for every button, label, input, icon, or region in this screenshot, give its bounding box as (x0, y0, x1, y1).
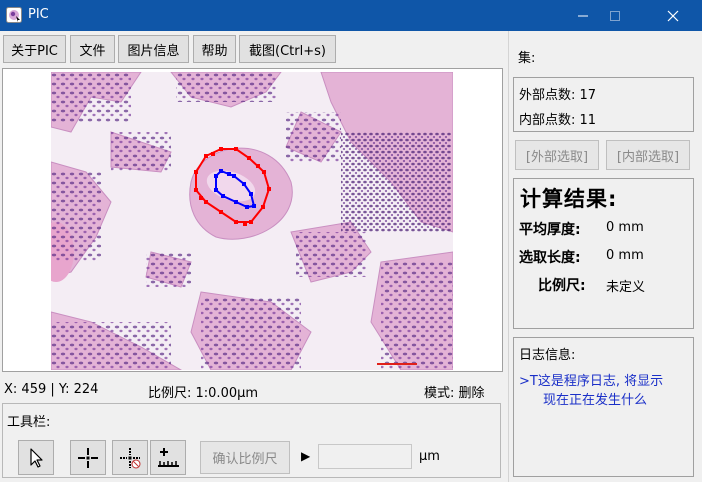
help-button[interactable]: 帮助 (193, 35, 236, 63)
toolbar-label: 工具栏: (7, 415, 51, 430)
close-button[interactable] (650, 0, 696, 31)
log-line-2: 现在正在发生什么 (543, 393, 648, 408)
mode-status: 模式: 删除 (424, 386, 485, 401)
panel-divider (508, 31, 509, 482)
set-label: 集: (518, 51, 536, 66)
image-info-button[interactable]: 图片信息 (118, 35, 189, 63)
result-title: 计算结果: (520, 187, 618, 211)
minimize-icon (578, 15, 588, 16)
microscopy-image[interactable] (51, 72, 453, 370)
screenshot-button[interactable]: 截图(Ctrl+s) (239, 35, 336, 63)
delete-point-tool-button[interactable] (112, 440, 148, 475)
select-length-label: 选取长度: (519, 250, 581, 266)
about-pic-button[interactable]: 关于PIC (3, 35, 66, 63)
inner-point-count: 内部点数: 11 (519, 113, 597, 128)
add-point-tool-button[interactable] (70, 440, 106, 475)
toolbar-group: 工具栏: 确认比例尺 ▶ μm (2, 403, 501, 478)
ruler-scale-icon (158, 447, 179, 467)
select-tool-button[interactable] (18, 440, 54, 475)
pic-app-icon (6, 7, 22, 23)
log-line-1: >T这是程序日志, 将显示 (519, 374, 664, 389)
log-panel: 日志信息: >T这是程序日志, 将显示 现在正在发生什么 (513, 337, 694, 477)
ruler-tool-button[interactable] (150, 440, 186, 475)
point-count-panel: 外部点数: 17 内部点数: 11 (513, 77, 694, 132)
close-icon (667, 10, 679, 21)
unit-label: μm (419, 449, 440, 464)
select-length-value: 0 mm (606, 248, 644, 263)
window-title: PIC (28, 7, 49, 22)
avg-thickness-value: 0 mm (606, 220, 644, 235)
scale-length-input[interactable] (318, 444, 412, 469)
cursor-arrow-icon (30, 447, 43, 468)
log-title: 日志信息: (519, 348, 576, 363)
title-bar: PIC (0, 0, 702, 31)
crosshair-delete-icon (120, 447, 141, 468)
confirm-scale-button[interactable]: 确认比例尺 (200, 441, 290, 474)
avg-thickness-label: 平均厚度: (519, 222, 581, 238)
scale-result-value: 未定义 (606, 280, 646, 295)
crosshair-add-icon (78, 447, 98, 468)
result-panel: 计算结果: 平均厚度: 0 mm 选取长度: 0 mm 比例尺: 未定义 (513, 178, 694, 329)
image-canvas[interactable] (2, 68, 503, 372)
menu-bar: 关于PIC 文件 图片信息 帮助 截图(Ctrl+s) (0, 31, 508, 67)
cursor-coordinates: X: 459 | Y: 224 (4, 382, 99, 397)
scale-status: 比例尺: 1:0.00μm (148, 386, 259, 401)
inner-select-button[interactable]: [内部选取] (606, 140, 690, 170)
scale-result-label: 比例尺: (538, 278, 586, 294)
play-marker-icon: ▶ (301, 449, 311, 463)
outer-select-button[interactable]: [外部选取] (515, 140, 599, 170)
outer-point-count: 外部点数: 17 (519, 88, 597, 103)
maximize-icon (610, 10, 620, 21)
file-button[interactable]: 文件 (70, 35, 115, 63)
maximize-button[interactable] (592, 0, 638, 31)
